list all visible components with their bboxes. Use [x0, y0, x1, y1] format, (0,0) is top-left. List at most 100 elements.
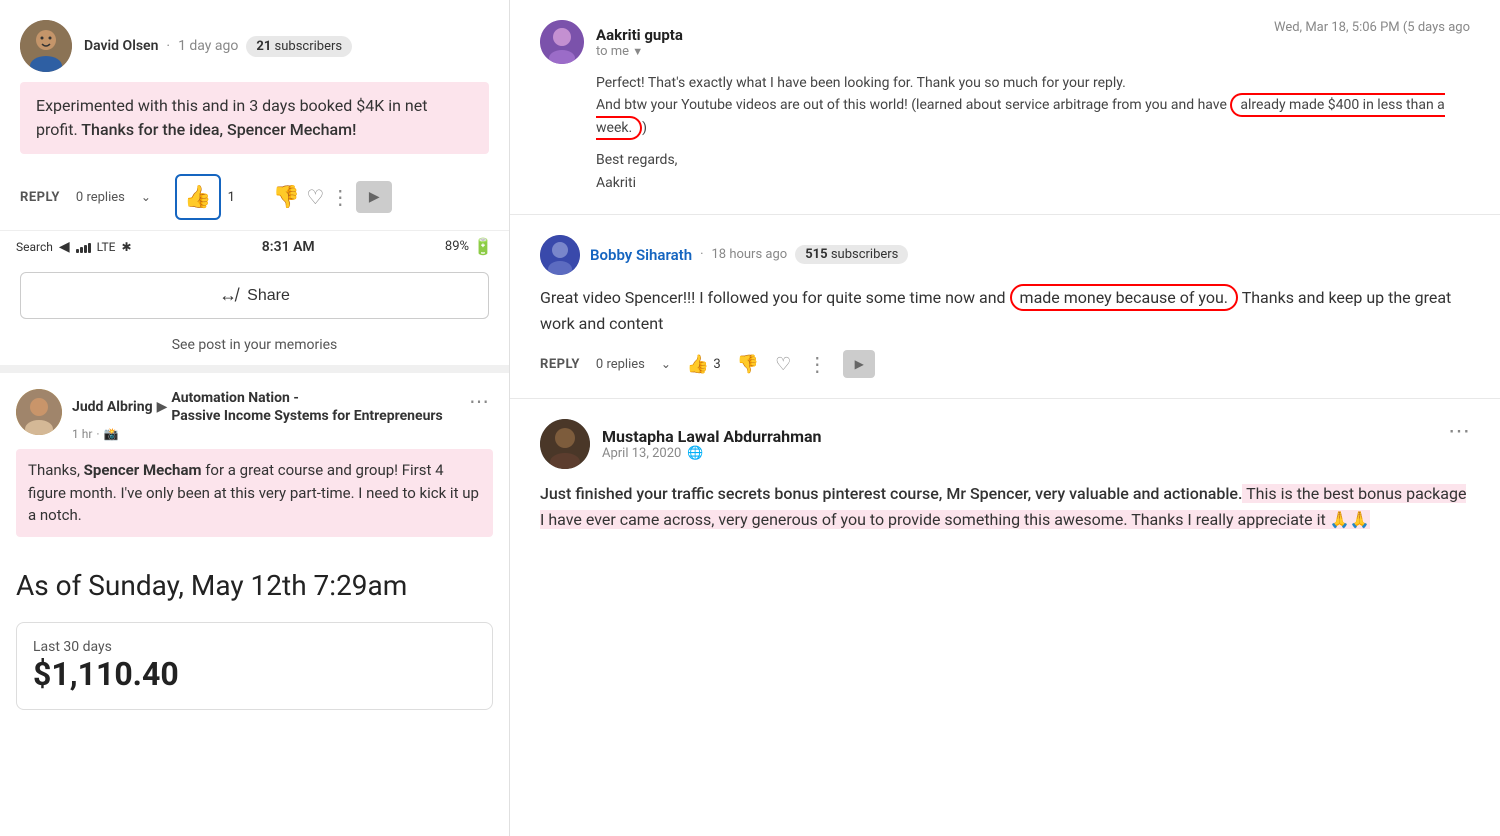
post-text-part1: Thanks, — [28, 461, 84, 479]
stats-box: Last 30 days $1,110.40 — [16, 622, 493, 710]
more-post-button[interactable]: ⋯ — [465, 389, 493, 413]
bobby-highlight: made money because of you. — [1010, 284, 1238, 311]
signal-bars — [76, 241, 91, 253]
email-to[interactable]: to me ▼ — [596, 44, 683, 59]
david-comment-header: David Olsen · 1 day ago 21 subscribers — [20, 20, 489, 72]
subscribers-badge: 21 subscribers — [246, 36, 352, 57]
like-count: 1 — [228, 190, 235, 205]
bobby-comment-text: Great video Spencer!!! I followed you fo… — [540, 285, 1470, 336]
signal-icon: ✱ — [122, 240, 132, 254]
stats-label: Last 30 days — [33, 639, 476, 655]
like-button[interactable]: 👍 1 — [175, 174, 221, 220]
post-time: 1 hr · 📸 — [72, 427, 455, 441]
post-text: Thanks, Spencer Mecham for a great cours… — [16, 449, 493, 537]
group-name-part2: Passive Income Systems for Entrepreneurs — [171, 408, 442, 424]
chevron-icon: ▼ — [632, 45, 643, 58]
time-dot: · — [96, 427, 99, 441]
share-creator-icon: ▶ — [855, 357, 864, 371]
commenter-name: David Olsen — [84, 38, 158, 54]
mustapha-more-button[interactable]: ⋯ — [1448, 419, 1470, 444]
post-mentioned-name: Spencer Mecham — [84, 461, 202, 479]
subscribers-count: 21 — [256, 39, 271, 54]
bobby-heart-button[interactable]: ♡ — [775, 354, 791, 375]
creator-share-icon: ▶ — [369, 189, 380, 205]
as-of-title: As of Sunday, May 12th 7:29am — [16, 569, 493, 603]
email-to-label: to me — [596, 44, 629, 59]
thumbs-up-icon: 👍 — [184, 185, 211, 210]
status-left: Search ◀ LTE ✱ — [16, 239, 132, 255]
divider — [0, 365, 509, 373]
bobby-subscribers-badge: 515 subscribers — [795, 245, 908, 264]
mustapha-header: Mustapha Lawal Abdurrahman April 13, 202… — [540, 419, 1470, 469]
share-button[interactable]: ↮ Share — [20, 272, 489, 319]
signal-bar-4 — [88, 243, 91, 253]
email-body-part3: ) — [642, 120, 647, 136]
bobby-share-button[interactable]: ▶ — [843, 350, 875, 378]
image-icon: 📸 — [104, 427, 119, 441]
search-label: Search — [16, 240, 53, 254]
share-label: Share — [247, 287, 290, 305]
bobby-time: 18 hours ago — [711, 247, 787, 262]
email-regards: Best regards, Aakriti — [596, 149, 1470, 194]
chevron-down-icon[interactable]: ⌄ — [141, 190, 151, 204]
bobby-more-button[interactable]: ⋮ — [807, 352, 827, 376]
judd-avatar — [16, 389, 62, 435]
email-sender-info: Aakriti gupta to me ▼ — [540, 20, 683, 64]
battery-percentage: 89% — [445, 239, 469, 254]
david-comment-section: David Olsen · 1 day ago 21 subscribers E… — [0, 0, 509, 230]
thumbs-up-icon: 👍 — [687, 354, 709, 375]
email-body: Perfect! That's exactly what I have been… — [596, 72, 1470, 194]
bobby-dislike-button[interactable]: 👎 — [737, 354, 759, 375]
bobby-meta: Bobby Siharath · 18 hours ago 515 subscr… — [590, 245, 908, 264]
email-date: Wed, Mar 18, 5:06 PM (5 days ago — [1274, 20, 1470, 35]
share-creator-button[interactable]: ▶ — [356, 181, 392, 213]
chevron-down-icon: ⌄ — [661, 357, 671, 371]
post-author-name: Judd Albring — [72, 398, 153, 416]
heart-button[interactable]: ♡ — [306, 185, 324, 209]
bobby-replies[interactable]: 0 replies — [596, 357, 645, 372]
bobby-like-count: 3 — [713, 357, 720, 372]
mustapha-name: Mustapha Lawal Abdurrahman — [602, 427, 822, 446]
arrow-right-icon: ▶ — [157, 398, 168, 416]
mustapha-date-text: April 13, 2020 — [602, 446, 681, 461]
status-time: 8:31 AM — [262, 239, 315, 255]
email-body-line2: And btw your Youtube videos are out of t… — [596, 94, 1470, 139]
lte-label: LTE — [97, 240, 116, 254]
comment-part2: Thanks for the idea, Spencer Mecham! — [78, 120, 357, 139]
email-body-part2: And btw your Youtube videos are out of t… — [596, 97, 1230, 113]
subscribers-label: subscribers — [275, 39, 343, 54]
memories-link[interactable]: See post in your memories — [0, 329, 509, 361]
bobby-subscribers-label: subscribers — [831, 247, 899, 262]
reply-button[interactable]: REPLY — [20, 190, 60, 205]
dislike-button[interactable]: 👎 — [273, 185, 300, 210]
action-bar: REPLY 0 replies ⌄ 👍 1 👎 ♡ ⋮ ▶ — [20, 164, 489, 230]
signal-bar-3 — [84, 245, 87, 253]
time-ago: 1 day ago — [178, 38, 238, 54]
email-panel: Aakriti gupta to me ▼ Wed, Mar 18, 5:06 … — [510, 0, 1500, 215]
more-options-button[interactable]: ⋮ — [330, 185, 350, 209]
bobby-name[interactable]: Bobby Siharath — [590, 246, 692, 264]
email-sender-details: Aakriti gupta to me ▼ — [596, 26, 683, 59]
mustapha-meta: Mustapha Lawal Abdurrahman April 13, 202… — [602, 427, 822, 461]
judd-post: Judd Albring ▶ Automation Nation - Passi… — [0, 377, 509, 549]
bobby-highlight-text: made money because of you. — [1020, 288, 1228, 307]
david-comment-text: Experimented with this and in 3 days boo… — [20, 82, 489, 154]
mustapha-text-part1: Just finished your traffic secrets bonus… — [540, 484, 1242, 503]
share-icon: ↮ — [219, 285, 237, 306]
world-icon: 🌐 — [687, 446, 703, 461]
status-bar: Search ◀ LTE ✱ 8:31 AM 89% 🔋 — [0, 230, 509, 262]
bobby-subscribers-count: 515 — [805, 247, 827, 262]
post-header: Judd Albring ▶ Automation Nation - Passi… — [16, 389, 493, 441]
left-arrow-icon: ◀ — [59, 239, 70, 255]
bobby-comment-header: Bobby Siharath · 18 hours ago 515 subscr… — [540, 235, 1470, 275]
mustapha-left: Mustapha Lawal Abdurrahman April 13, 202… — [540, 419, 822, 469]
email-body-line1: Perfect! That's exactly what I have been… — [596, 72, 1470, 94]
bobby-reply-button[interactable]: REPLY — [540, 357, 580, 372]
bobby-text-part1: Great video Spencer!!! I followed you fo… — [540, 288, 1010, 307]
bobby-action-bar: REPLY 0 replies ⌄ 👍 3 👎 ♡ ⋮ ▶ — [540, 350, 1470, 378]
replies-count[interactable]: 0 replies — [76, 190, 125, 205]
signal-bar-1 — [76, 249, 79, 253]
as-of-section: As of Sunday, May 12th 7:29am — [0, 549, 509, 613]
bobby-like-button[interactable]: 👍 3 — [687, 354, 721, 375]
mustapha-comment-section: Mustapha Lawal Abdurrahman April 13, 202… — [510, 399, 1500, 552]
